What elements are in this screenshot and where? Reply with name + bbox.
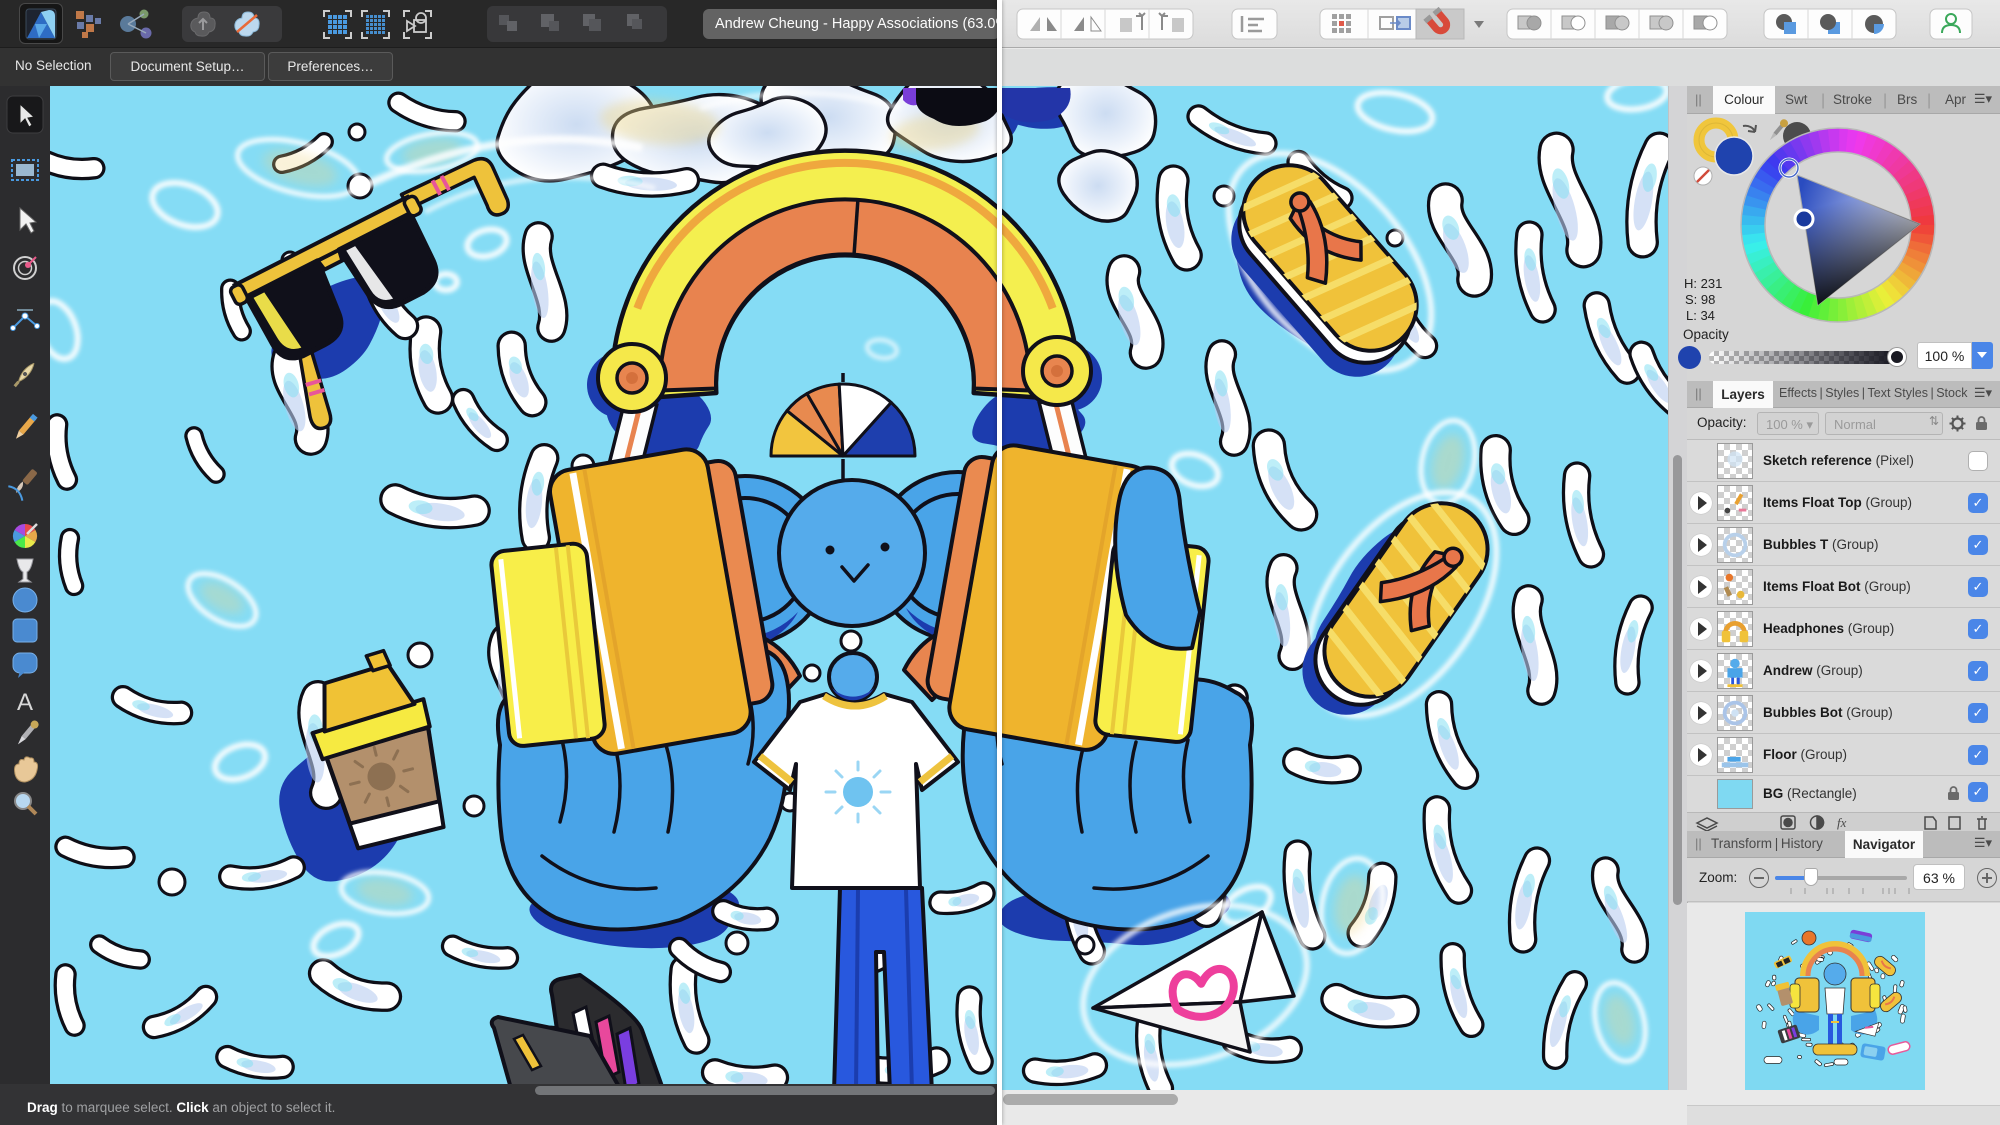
- svg-text:fx: fx: [1837, 815, 1847, 830]
- svg-text:A: A: [17, 689, 33, 716]
